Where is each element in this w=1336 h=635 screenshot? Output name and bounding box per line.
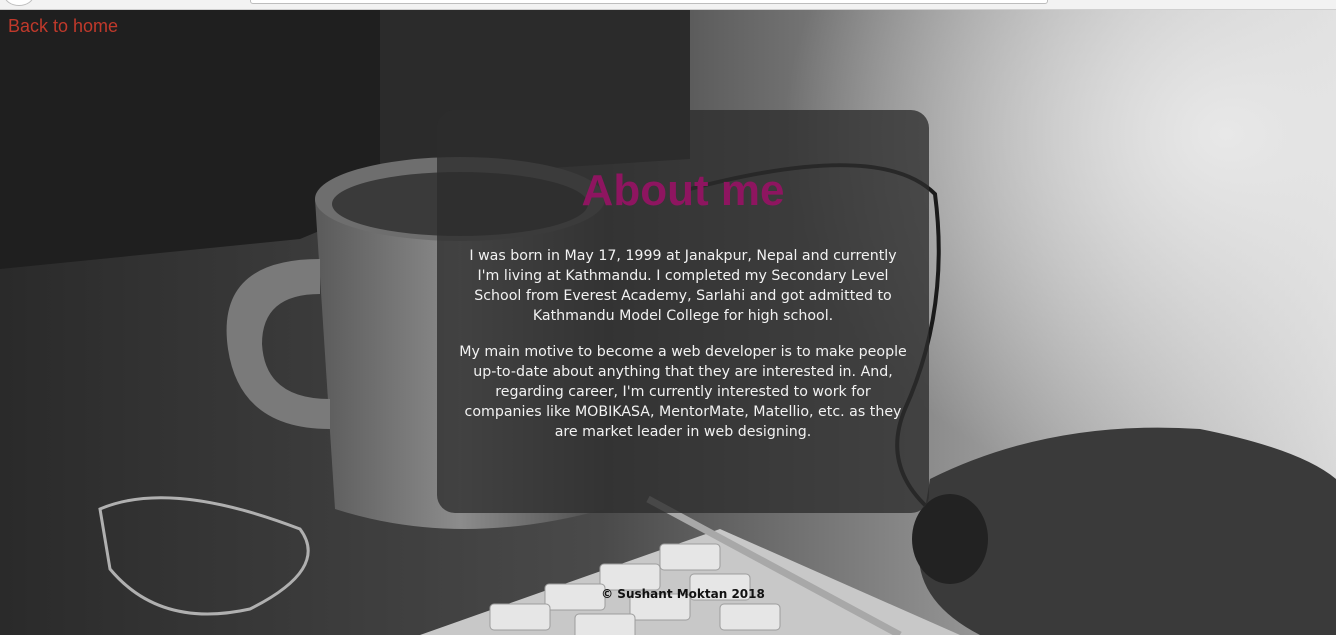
about-card: About me I was born in May 17, 1999 at J… — [437, 110, 929, 513]
about-paragraph-1: I was born in May 17, 1999 at Janakpur, … — [469, 248, 897, 324]
browser-back-button[interactable] — [4, 0, 34, 6]
about-paragraph-2: My main motive to become a web developer… — [459, 344, 907, 440]
back-to-home-link[interactable]: Back to home — [8, 16, 118, 37]
browser-address-bar[interactable] — [250, 0, 1048, 4]
footer-copyright: © Sushant Moktan 2018 — [601, 587, 765, 601]
browser-chrome-strip — [0, 0, 1336, 10]
page-title: About me — [581, 166, 785, 215]
page: Back to home About me I was born in May … — [0, 0, 1336, 635]
